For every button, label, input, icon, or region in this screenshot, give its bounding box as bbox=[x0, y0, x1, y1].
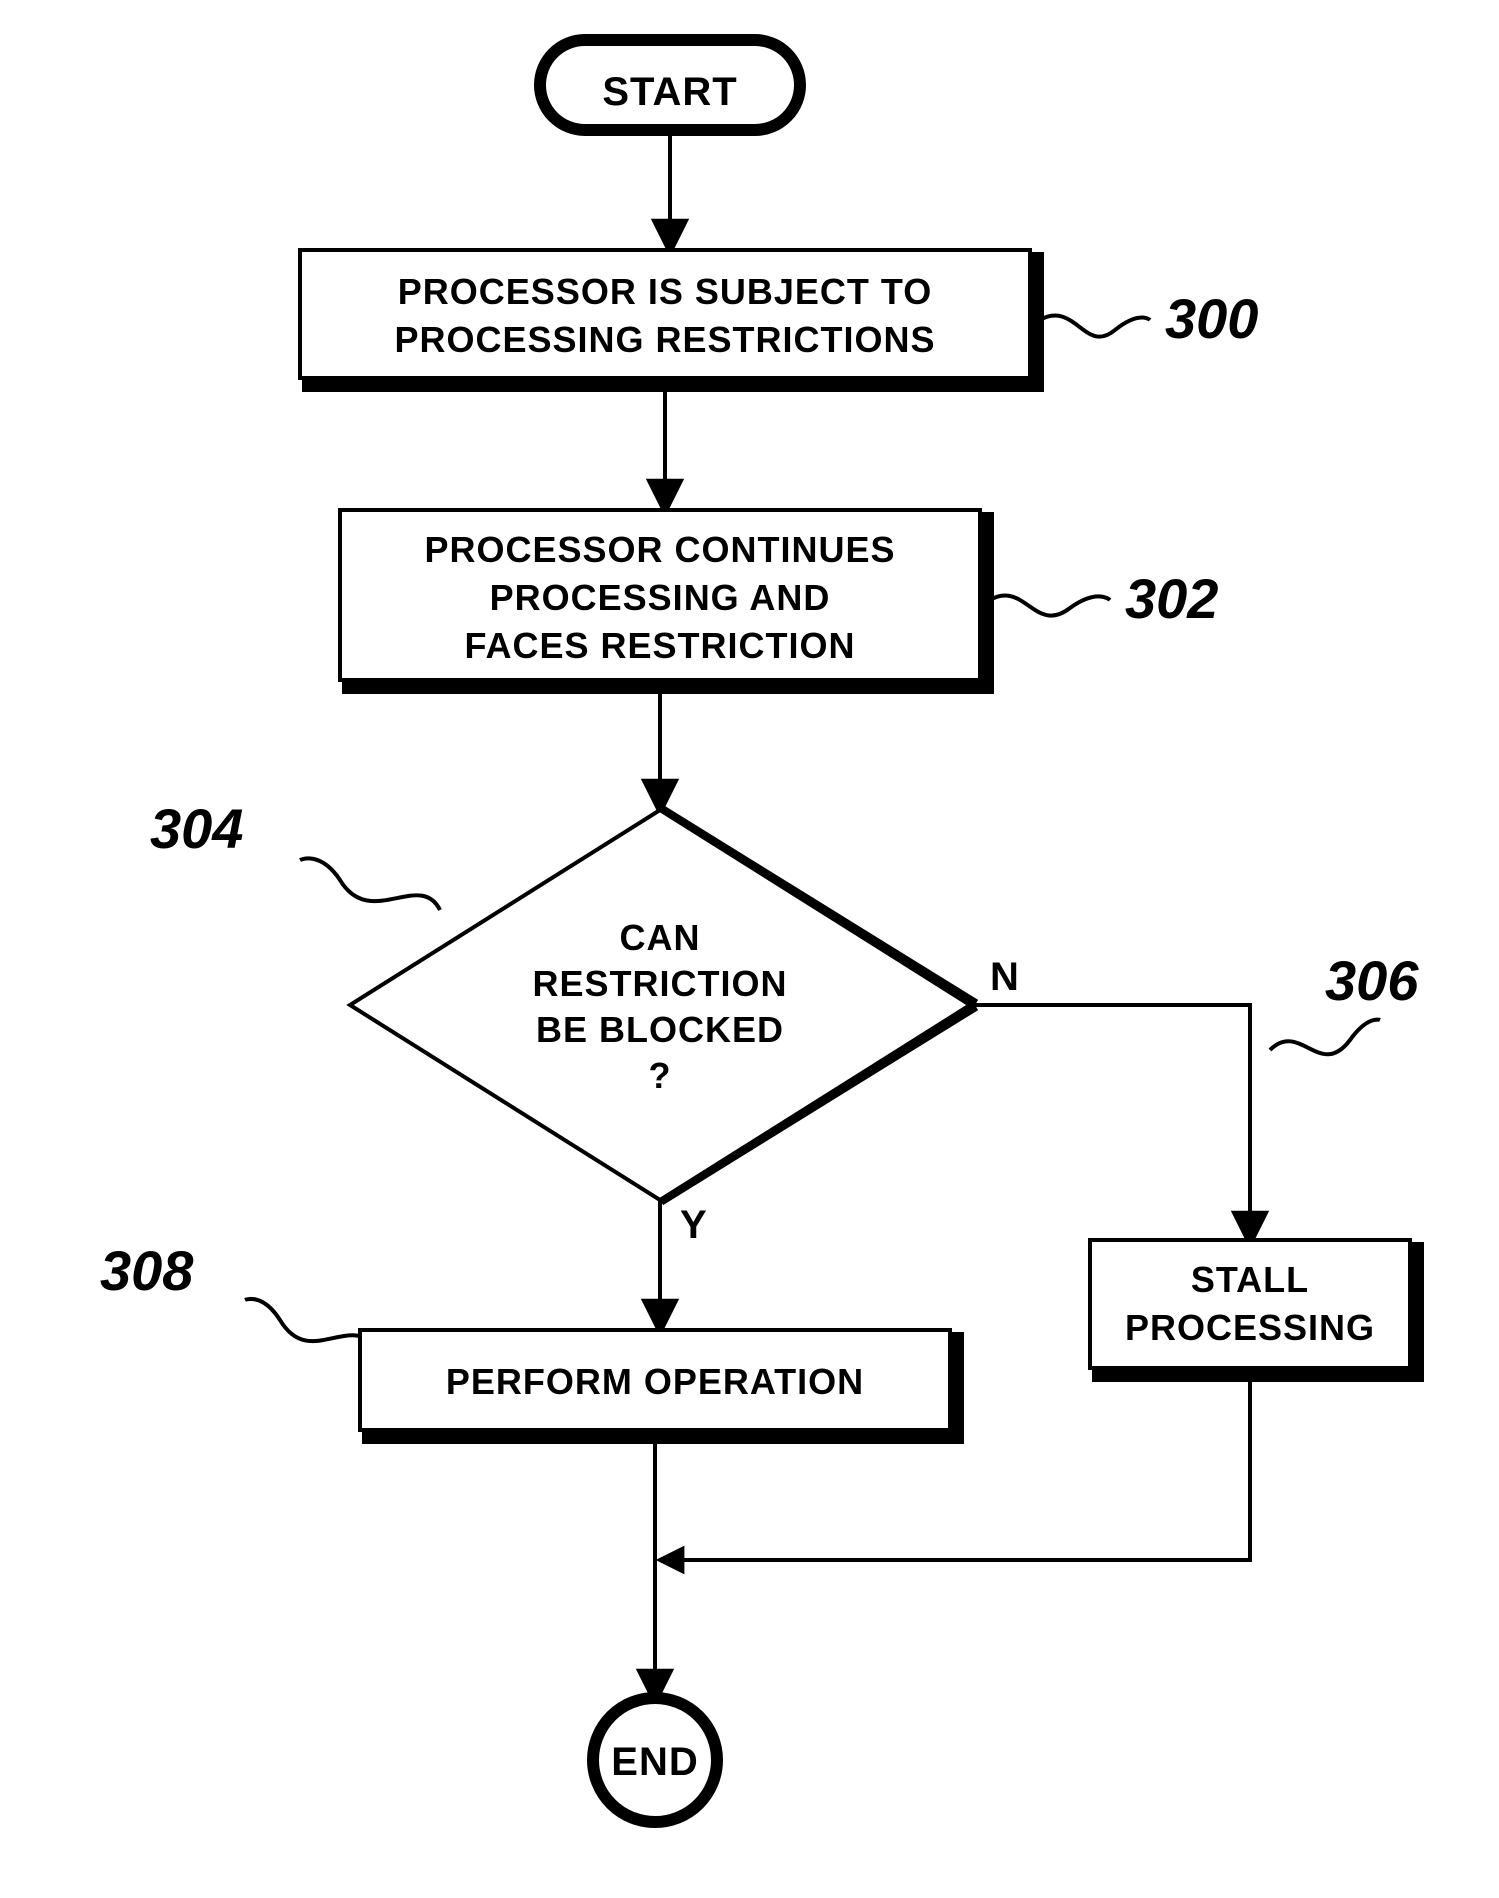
step-302-line2: PROCESSING AND bbox=[490, 577, 831, 618]
step-306-line1: STALL bbox=[1191, 1259, 1309, 1300]
step-302-line3: FACES RESTRICTION bbox=[464, 625, 855, 666]
label-302: 302 bbox=[990, 567, 1218, 630]
label-308: 308 bbox=[100, 1239, 380, 1350]
label-306-text: 306 bbox=[1325, 949, 1419, 1012]
label-300-text: 300 bbox=[1165, 287, 1258, 350]
step-302: PROCESSOR CONTINUES PROCESSING AND FACES… bbox=[340, 510, 988, 688]
step-302-line1: PROCESSOR CONTINUES bbox=[424, 529, 895, 570]
decision-304-line1: CAN bbox=[620, 917, 701, 958]
label-304-text: 304 bbox=[150, 797, 243, 860]
step-300-line2: PROCESSING RESTRICTIONS bbox=[394, 319, 935, 360]
label-302-text: 302 bbox=[1125, 567, 1218, 630]
step-300: PROCESSOR IS SUBJECT TO PROCESSING RESTR… bbox=[300, 250, 1038, 386]
decision-304: CAN RESTRICTION BE BLOCKED ? bbox=[350, 810, 975, 1200]
end-label: END bbox=[611, 1740, 698, 1784]
step-306: STALL PROCESSING bbox=[1090, 1240, 1418, 1376]
step-308: PERFORM OPERATION bbox=[360, 1330, 958, 1438]
step-308-line1: PERFORM OPERATION bbox=[446, 1361, 864, 1402]
end-terminal: END bbox=[593, 1698, 717, 1822]
decision-304-line4: ? bbox=[649, 1055, 672, 1096]
label-300: 300 bbox=[1040, 287, 1258, 350]
arrow-no-to-306 bbox=[970, 1005, 1250, 1230]
label-304: 304 bbox=[150, 797, 440, 910]
step-300-line1: PROCESSOR IS SUBJECT TO bbox=[398, 271, 932, 312]
branch-no: N bbox=[990, 955, 1019, 999]
decision-304-line2: RESTRICTION bbox=[532, 963, 787, 1004]
start-terminal: START bbox=[540, 40, 800, 130]
label-306: 306 bbox=[1270, 949, 1419, 1054]
step-306-line2: PROCESSING bbox=[1125, 1307, 1375, 1348]
label-308-text: 308 bbox=[100, 1239, 194, 1302]
decision-304-line3: BE BLOCKED bbox=[536, 1009, 784, 1050]
flowchart: START PROCESSOR IS SUBJECT TO PROCESSING… bbox=[0, 0, 1499, 1898]
start-label: START bbox=[602, 70, 737, 114]
branch-yes: Y bbox=[680, 1203, 707, 1247]
